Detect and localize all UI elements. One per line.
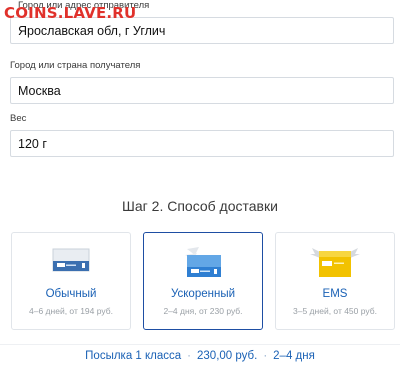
delivery-option-express[interactable]: Ускоренный 2–4 дня, от 230 руб. — [143, 232, 263, 330]
express-envelope-icon — [144, 245, 262, 279]
option-name: EMS — [322, 288, 348, 300]
weight-field: Вес 120 г — [10, 113, 394, 157]
option-details: 3–5 дней, от 450 руб. — [293, 306, 377, 316]
summary-term: 2–4 дня — [273, 350, 315, 362]
recipient-city-value: Москва — [18, 83, 61, 98]
ems-package-icon — [276, 245, 394, 279]
recipient-city-label: Город или страна получателя — [10, 60, 141, 71]
shipping-summary: Посылка 1 класса · 230,00 руб. · 2–4 дня — [0, 350, 400, 362]
option-details: 2–4 дня, от 230 руб. — [163, 306, 243, 316]
divider — [0, 344, 400, 345]
weight-label: Вес — [10, 113, 27, 124]
step-title: Шаг 2. Способ доставки — [122, 198, 278, 214]
standard-envelope-icon — [12, 245, 130, 279]
recipient-city-field: Город или страна получателя Москва — [10, 60, 394, 104]
option-name: Ускоренный — [170, 288, 236, 300]
option-name: Обычный — [45, 288, 97, 300]
summary-service: Посылка 1 класса — [85, 350, 182, 362]
summary-price: 230,00 руб. — [197, 350, 258, 362]
weight-value: 120 г — [18, 136, 47, 151]
option-details: 4–6 дней, от 194 руб. — [29, 306, 113, 316]
delivery-option-ems[interactable]: EMS 3–5 дней, от 450 руб. — [275, 232, 395, 330]
recipient-city-input[interactable]: Москва — [10, 77, 394, 104]
sender-address-value: Ярославская обл, г Углич — [18, 23, 166, 38]
separator-dot: · — [263, 350, 268, 362]
separator-dot: · — [187, 350, 192, 362]
weight-input[interactable]: 120 г — [10, 130, 394, 157]
watermark-logo: COINS.LAVE.RU — [4, 4, 137, 22]
delivery-option-standard[interactable]: Обычный 4–6 дней, от 194 руб. — [11, 232, 131, 330]
